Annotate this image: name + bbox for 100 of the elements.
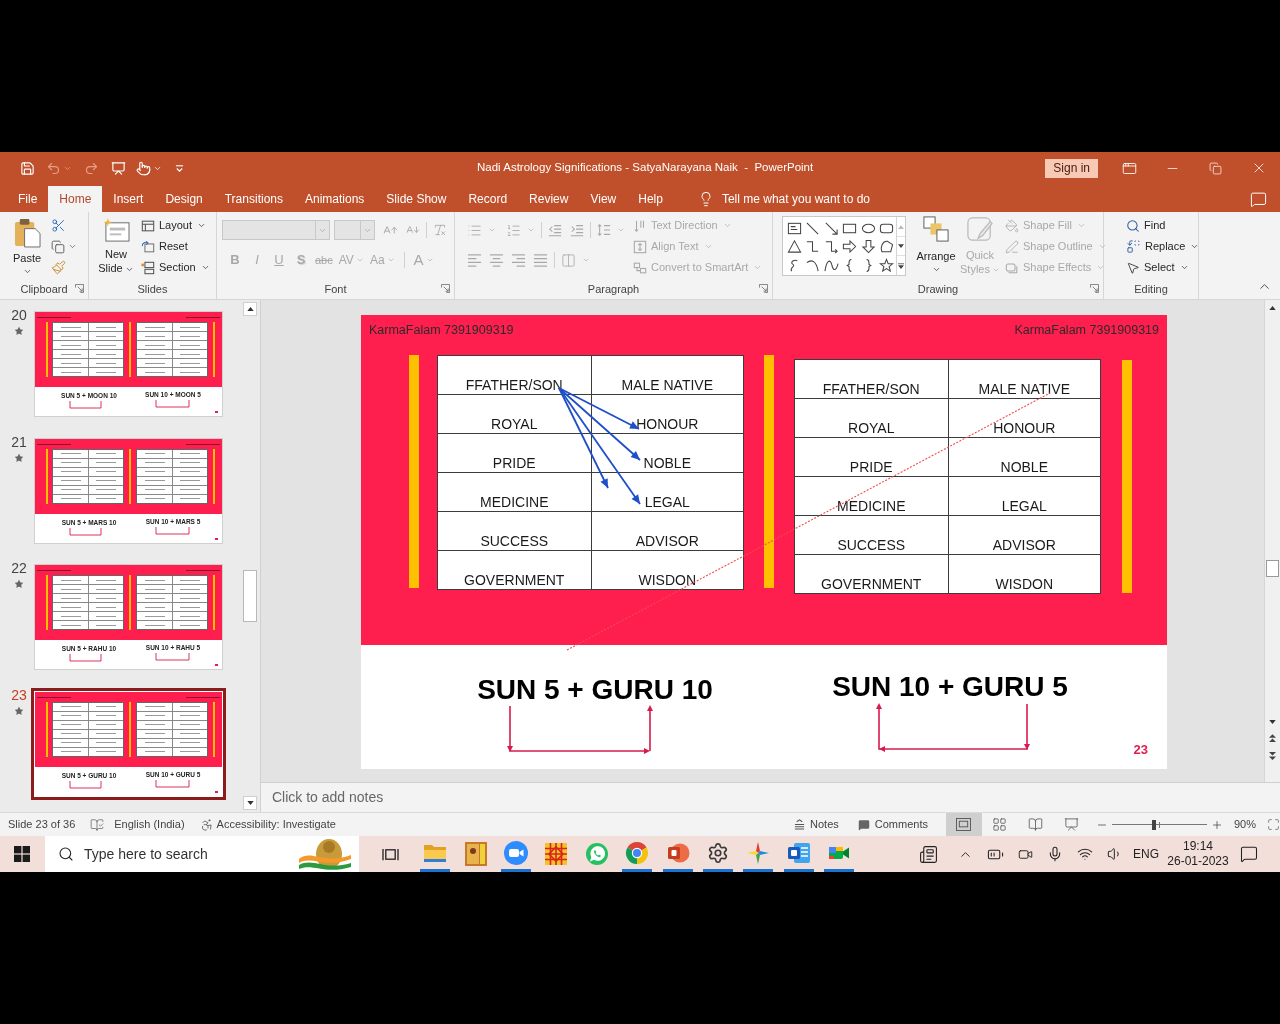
notes-field[interactable]: Click to add notes	[272, 787, 384, 808]
notes-button[interactable]: Notes	[794, 816, 839, 833]
ribbon-tab[interactable]: Record	[457, 186, 519, 212]
zoom-in-icon[interactable]	[1210, 818, 1223, 831]
align-center-icon[interactable]	[489, 252, 504, 268]
ribbon-tab[interactable]: Design	[154, 186, 214, 212]
ribbon-tab[interactable]: Slide Show	[375, 186, 458, 212]
picture-app-icon[interactable]	[463, 842, 488, 866]
gallery-down-icon[interactable]	[898, 244, 904, 248]
new-slide-button[interactable]: New Slide	[94, 218, 138, 278]
start-menu-icon[interactable]	[14, 846, 30, 862]
section-icon[interactable]	[141, 260, 155, 275]
microphone-icon[interactable]	[1047, 846, 1063, 862]
ribbon-tab[interactable]: Review	[518, 186, 580, 212]
chat-app-icon[interactable]	[584, 842, 609, 866]
ribbon-tab[interactable]: View	[579, 186, 628, 212]
grid-app-icon[interactable]	[544, 842, 569, 866]
comments-button[interactable]: Comments	[857, 816, 928, 833]
scroll-down-icon[interactable]	[246, 801, 254, 805]
align-right-icon[interactable]	[511, 252, 526, 268]
zoom-percentage[interactable]: 90%	[1233, 816, 1256, 833]
ribbon-tab[interactable]: Home	[48, 186, 103, 212]
reading-view-icon[interactable]	[1028, 817, 1044, 832]
text-box-icon[interactable]	[786, 220, 802, 236]
scroll-up-icon[interactable]	[246, 307, 254, 311]
ribbon-tab[interactable]: Transitions	[213, 186, 294, 212]
line-spacing-icon[interactable]	[597, 223, 611, 237]
document-app-icon[interactable]	[786, 840, 811, 865]
ribbon-tab[interactable]: Animations	[294, 186, 376, 212]
search-field[interactable]: Type here to search	[45, 836, 359, 872]
arrange-button[interactable]: Arrange	[915, 216, 957, 278]
zoom-slider[interactable]	[1111, 818, 1207, 831]
restore-icon[interactable]	[1209, 161, 1222, 175]
slide-show-icon[interactable]	[1064, 817, 1080, 832]
news-icon[interactable]	[918, 844, 938, 864]
replace-button[interactable]: Replace	[1126, 236, 1200, 257]
increase-indent-icon[interactable]	[570, 223, 584, 237]
save-icon[interactable]	[20, 160, 35, 176]
language-indicator[interactable]: English (India)	[114, 816, 185, 833]
normal-view-icon[interactable]	[956, 818, 972, 831]
arc-icon[interactable]	[805, 257, 821, 273]
line-icon[interactable]	[805, 220, 821, 236]
caret-icon[interactable]	[68, 242, 77, 251]
section-button[interactable]: Section	[141, 257, 210, 278]
dialog-launcher-icon[interactable]	[441, 284, 450, 293]
ribbon-tab[interactable]: Insert	[102, 186, 155, 212]
clock-time[interactable]: 19:14	[1183, 839, 1213, 854]
previous-slide-icon[interactable]	[1269, 734, 1276, 743]
elbow-connector-icon[interactable]	[805, 239, 821, 255]
zoom-slider-thumb[interactable]	[1151, 819, 1156, 830]
input-language-indicator[interactable]: ENG	[1130, 845, 1162, 863]
scissors-icon[interactable]	[51, 218, 66, 233]
layout-button[interactable]: Layout	[141, 215, 210, 236]
ribbon-tab[interactable]: Help	[627, 186, 674, 212]
scrollbar-thumb[interactable]	[1266, 560, 1279, 577]
find-button[interactable]: Find	[1126, 215, 1200, 236]
video-call-app-icon[interactable]	[503, 840, 528, 865]
gallery-more-icon[interactable]	[898, 262, 904, 269]
curve-icon[interactable]	[823, 257, 839, 273]
scroll-up-icon[interactable]	[1269, 306, 1276, 310]
task-view-icon[interactable]	[382, 846, 399, 862]
fit-to-window-icon[interactable]	[1267, 818, 1280, 831]
layout-icon[interactable]	[141, 218, 155, 233]
ribbon-tab[interactable]: File	[7, 186, 49, 212]
wifi-icon[interactable]	[1077, 846, 1093, 862]
sign-in-button[interactable]: Sign in	[1045, 158, 1098, 178]
format-painter-icon[interactable]	[51, 260, 66, 275]
freeform-shape-icon[interactable]	[879, 239, 895, 255]
comments-icon[interactable]	[1249, 190, 1267, 208]
tell-me-field[interactable]: Tell me what you want to do	[697, 186, 870, 212]
select-button[interactable]: Select	[1126, 257, 1200, 278]
dialog-launcher-icon[interactable]	[1090, 284, 1099, 293]
elbow-arrow-icon[interactable]	[823, 239, 839, 255]
arrow-line-icon[interactable]	[823, 220, 839, 236]
view-button[interactable]	[945, 813, 982, 836]
next-slide-icon[interactable]	[1269, 751, 1276, 760]
scrollbar-thumb[interactable]	[243, 570, 257, 622]
reset-icon[interactable]	[141, 239, 155, 254]
decrease-indent-icon[interactable]	[548, 223, 562, 237]
triangle-icon[interactable]	[786, 239, 802, 255]
clock-date[interactable]: 26-01-2023	[1167, 854, 1229, 869]
reset-button[interactable]: Reset	[141, 236, 210, 257]
justify-icon[interactable]	[533, 252, 548, 268]
presentation-icon[interactable]	[111, 160, 126, 176]
spelling-check-icon[interactable]	[90, 817, 105, 832]
ribbon-display-options-icon[interactable]	[1122, 160, 1137, 176]
align-left-icon[interactable]	[467, 252, 482, 268]
browser-icon[interactable]	[625, 840, 650, 865]
right-arrow-icon[interactable]	[842, 239, 858, 255]
scroll-down-icon[interactable]	[1269, 720, 1276, 724]
slide-sorter-icon[interactable]	[992, 817, 1008, 832]
accessibility-button[interactable]: Accessibility: Investigate	[199, 816, 336, 833]
down-arrow-icon[interactable]	[860, 239, 876, 255]
dialog-launcher-icon[interactable]	[75, 284, 84, 293]
customize-toolbar-icon[interactable]	[175, 163, 184, 173]
hand-icon[interactable]	[136, 160, 151, 176]
paste-button[interactable]: Paste	[8, 218, 46, 278]
copy-icon[interactable]	[51, 239, 65, 254]
notifications-icon[interactable]	[1240, 845, 1258, 863]
settings-icon[interactable]	[706, 841, 729, 864]
